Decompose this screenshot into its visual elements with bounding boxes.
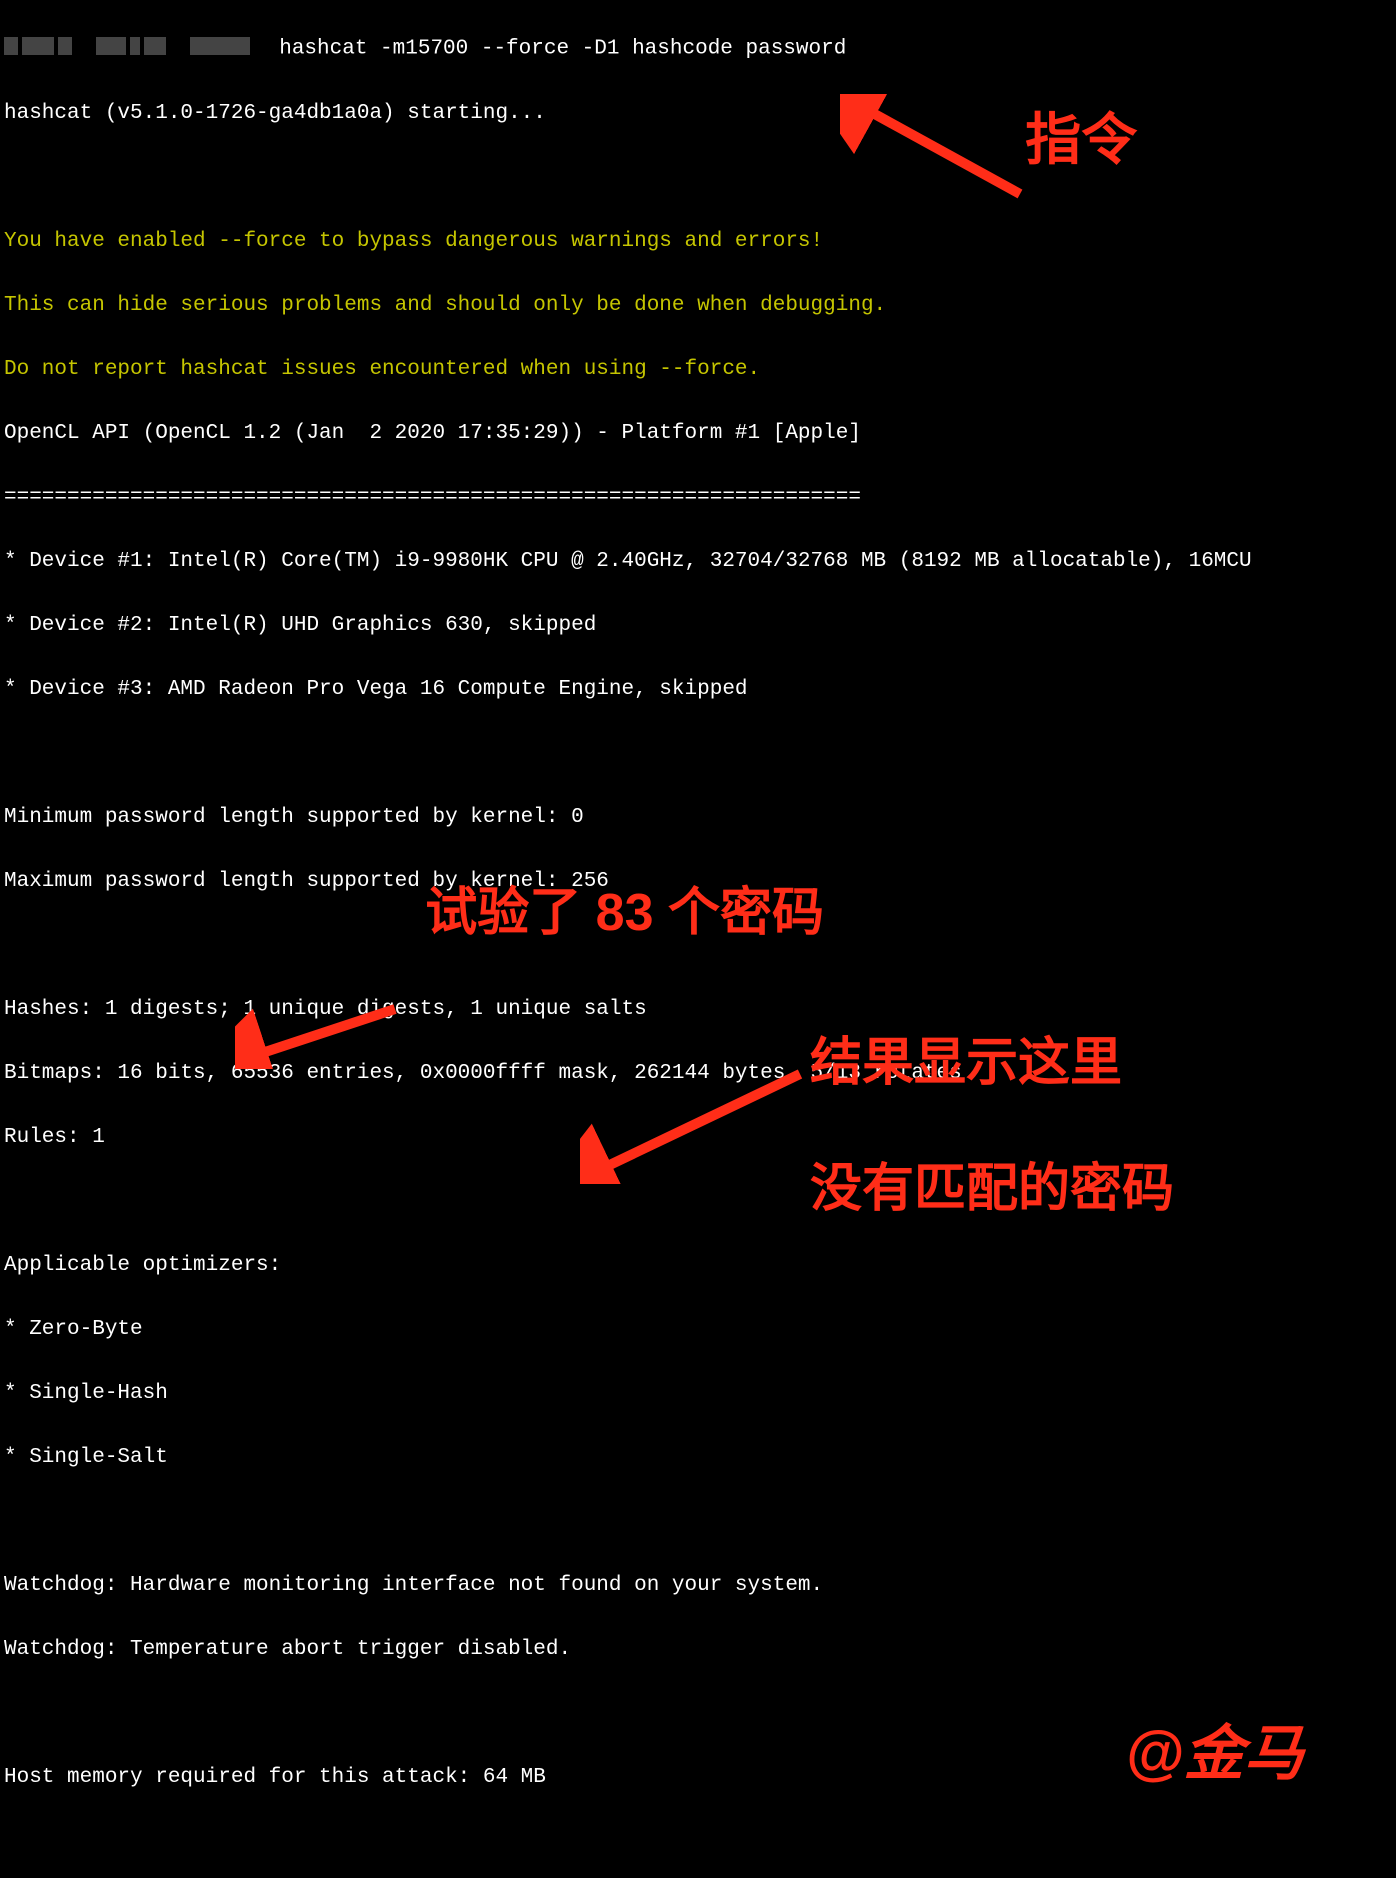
device-2: * Device #2: Intel(R) UHD Graphics 630, … bbox=[4, 610, 1392, 642]
opt-2: * Single-Hash bbox=[4, 1378, 1392, 1410]
watchdog-1: Watchdog: Hardware monitoring interface … bbox=[4, 1570, 1392, 1602]
bitmaps-line: Bitmaps: 16 bits, 65536 entries, 0x0000f… bbox=[4, 1058, 1392, 1090]
blank bbox=[4, 1506, 1392, 1538]
terminal-output: hashcat -m15700 --force -D1 hashcode pas… bbox=[0, 0, 1396, 1878]
opencl-line: OpenCL API (OpenCL 1.2 (Jan 2 2020 17:35… bbox=[4, 418, 1392, 450]
annotation-nomatch-arrow bbox=[580, 1000, 810, 1216]
censored-prompt bbox=[4, 32, 254, 64]
blank bbox=[4, 1826, 1392, 1858]
warn-line-1: You have enabled --force to bypass dange… bbox=[4, 226, 1392, 258]
device-3: * Device #3: AMD Radeon Pro Vega 16 Comp… bbox=[4, 674, 1392, 706]
blank bbox=[4, 1698, 1392, 1730]
blank bbox=[4, 1186, 1392, 1218]
watchdog-2: Watchdog: Temperature abort trigger disa… bbox=[4, 1634, 1392, 1666]
rules-line: Rules: 1 bbox=[4, 1122, 1392, 1154]
opt-header: Applicable optimizers: bbox=[4, 1250, 1392, 1282]
prompt-line: hashcat -m15700 --force -D1 hashcode pas… bbox=[4, 32, 1392, 66]
warn-line-2: This can hide serious problems and shoul… bbox=[4, 290, 1392, 322]
command-text: hashcat -m15700 --force -D1 hashcode pas… bbox=[279, 38, 846, 61]
blank bbox=[4, 162, 1392, 194]
min-len: Minimum password length supported by ker… bbox=[4, 802, 1392, 834]
hashes-line: Hashes: 1 digests; 1 unique digests, 1 u… bbox=[4, 994, 1392, 1026]
max-len: Maximum password length supported by ker… bbox=[4, 866, 1392, 898]
opt-3: * Single-Salt bbox=[4, 1442, 1392, 1474]
starting-line: hashcat (v5.1.0-1726-ga4db1a0a) starting… bbox=[4, 98, 1392, 130]
opt-1: * Zero-Byte bbox=[4, 1314, 1392, 1346]
blank bbox=[4, 930, 1392, 962]
hr-line: ========================================… bbox=[4, 482, 1392, 514]
device-1: * Device #1: Intel(R) Core(TM) i9-9980HK… bbox=[4, 546, 1392, 578]
blank bbox=[4, 738, 1392, 770]
hostmem-line: Host memory required for this attack: 64… bbox=[4, 1762, 1392, 1794]
warn-line-3: Do not report hashcat issues encountered… bbox=[4, 354, 1392, 386]
